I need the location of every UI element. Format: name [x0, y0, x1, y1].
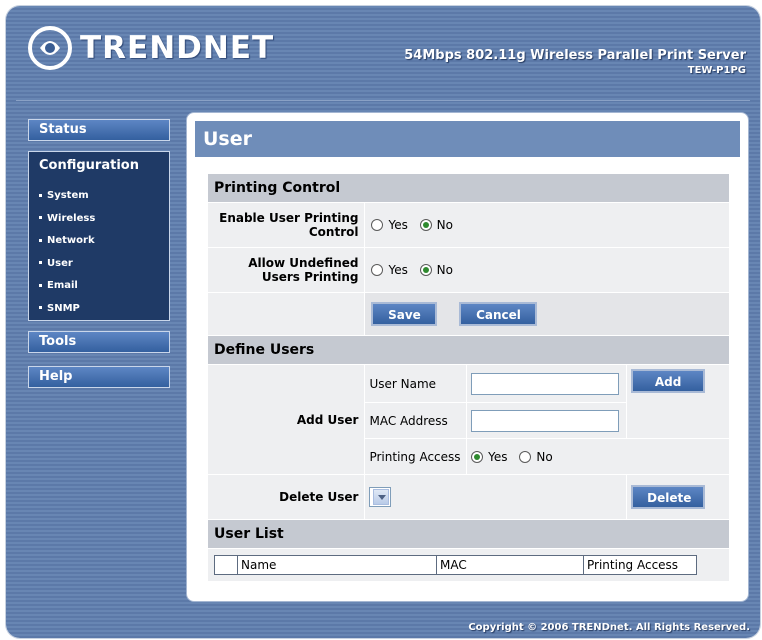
allow-undefined-options: Yes No [364, 247, 730, 293]
nav-item-label: Email [47, 280, 78, 291]
bullet-icon [39, 283, 42, 287]
nav-item-email[interactable]: Email [29, 275, 169, 298]
nav-configuration-submenu: System Wireless Network User Email SNMP [28, 179, 170, 321]
settings-table: Printing Control Enable User Printing Co… [206, 173, 730, 582]
content-area: Printing Control Enable User Printing Co… [206, 173, 730, 582]
delete-user-select[interactable] [369, 487, 392, 507]
user-list-table: Name MAC Printing Access [214, 555, 697, 575]
page-title: User [195, 121, 740, 157]
user-list-header: Name MAC Printing Access [214, 555, 697, 575]
row-user-list: Name MAC Printing Access [207, 548, 730, 582]
mac-address-input[interactable] [471, 409, 620, 432]
bullet-icon [39, 261, 42, 264]
nav-status[interactable]: Status [28, 119, 170, 141]
delete-button[interactable]: Delete [631, 485, 706, 509]
save-button[interactable]: Save [371, 302, 438, 326]
printing-access-label: Printing Access [364, 438, 468, 475]
action-buttons: Save Cancel [364, 292, 730, 336]
nav-item-network[interactable]: Network [29, 230, 169, 253]
select-column [214, 555, 238, 575]
column-name: Name [237, 555, 437, 575]
section-user-list: User List [207, 519, 730, 549]
bullet-icon [39, 216, 42, 219]
nav-help[interactable]: Help [28, 366, 170, 388]
row-enable-user-printing: Enable User Printing Control Yes No [206, 202, 730, 248]
radio-label: Yes [388, 263, 408, 278]
row-user-name: Add User User Name Add [206, 364, 730, 475]
section-define-users: Define Users [207, 335, 730, 365]
brand-logo: TRENDNET [28, 26, 274, 70]
enable-printing-options: Yes No [364, 202, 730, 248]
header: TRENDNET 54Mbps 802.11g Wireless Paralle… [6, 6, 760, 101]
delete-user-select-cell [364, 474, 628, 520]
header-divider [16, 100, 750, 101]
row-delete-user: Delete User Delete [206, 474, 730, 520]
nav-configuration[interactable]: Configuration [28, 151, 170, 179]
section-heading: Define Users [207, 335, 730, 365]
add-cell: Add [626, 364, 730, 439]
nav-item-system[interactable]: System [29, 185, 169, 208]
section-heading: Printing Control [207, 173, 730, 203]
mac-address-cell [466, 402, 628, 439]
nav-item-wireless[interactable]: Wireless [29, 208, 169, 231]
add-button[interactable]: Add [631, 369, 706, 393]
product-title: 54Mbps 802.11g Wireless Parallel Print S… [404, 48, 746, 63]
app-frame: TRENDNET 54Mbps 802.11g Wireless Paralle… [6, 6, 760, 638]
column-printing-access: Printing Access [583, 555, 697, 575]
row-allow-undefined-users: Allow Undefined Users Printing Yes No [206, 247, 730, 293]
bullet-icon [39, 306, 42, 309]
nav-item-user[interactable]: User [29, 253, 169, 276]
brand-name: TRENDNET [80, 30, 275, 66]
user-name-label: User Name [364, 364, 468, 403]
section-heading: User List [207, 519, 730, 549]
enable-no-radio[interactable] [419, 219, 432, 232]
enable-yes-radio[interactable] [371, 219, 384, 232]
radio-label: Yes [488, 449, 508, 464]
column-mac: MAC [436, 555, 584, 575]
allow-no-radio[interactable] [419, 264, 432, 277]
bullet-icon [39, 238, 42, 242]
bullet-icon [39, 193, 42, 197]
nav-item-label: Wireless [47, 212, 96, 224]
access-no-radio[interactable] [519, 450, 532, 463]
allow-undefined-label: Allow Undefined Users Printing [206, 247, 366, 293]
delete-user-label: Delete User [206, 474, 366, 520]
add-user-label: Add User [206, 364, 366, 475]
nav-item-snmp[interactable]: SNMP [29, 298, 169, 321]
delete-cell: Delete [626, 474, 730, 520]
printing-access-options: Yes No [466, 438, 730, 475]
access-yes-radio[interactable] [471, 450, 484, 463]
enable-printing-label: Enable User Printing Control [206, 202, 366, 248]
radio-label: No [436, 218, 453, 233]
user-list-cell: Name MAC Printing Access [207, 548, 730, 582]
chevron-down-icon [373, 489, 390, 505]
allow-yes-radio[interactable] [371, 264, 384, 277]
nav-item-label: Network [47, 235, 95, 246]
row-save-cancel: Save Cancel [206, 292, 730, 336]
main-panel: User Printing Control Enable User Printi… [186, 112, 749, 602]
radio-label: Yes [388, 218, 408, 233]
copyright-footer: Copyright © 2006 TRENDnet. All Rights Re… [468, 622, 750, 633]
nav-item-label: SNMP [47, 302, 80, 314]
nav-item-label: System [47, 190, 89, 201]
radio-label: No [436, 263, 453, 278]
user-name-cell [466, 364, 628, 403]
section-printing-control: Printing Control [207, 173, 730, 203]
nav-tools[interactable]: Tools [28, 331, 170, 353]
cancel-button[interactable]: Cancel [459, 302, 538, 326]
radio-label: No [536, 449, 553, 464]
product-model: TEW-P1PG [687, 65, 746, 76]
nav-item-label: User [47, 257, 73, 269]
trendnet-logo-icon [28, 26, 72, 70]
mac-address-label: MAC Address [364, 402, 468, 439]
empty-cell [206, 292, 366, 336]
user-name-input[interactable] [471, 372, 620, 395]
product-info: 54Mbps 802.11g Wireless Parallel Print S… [404, 48, 746, 76]
